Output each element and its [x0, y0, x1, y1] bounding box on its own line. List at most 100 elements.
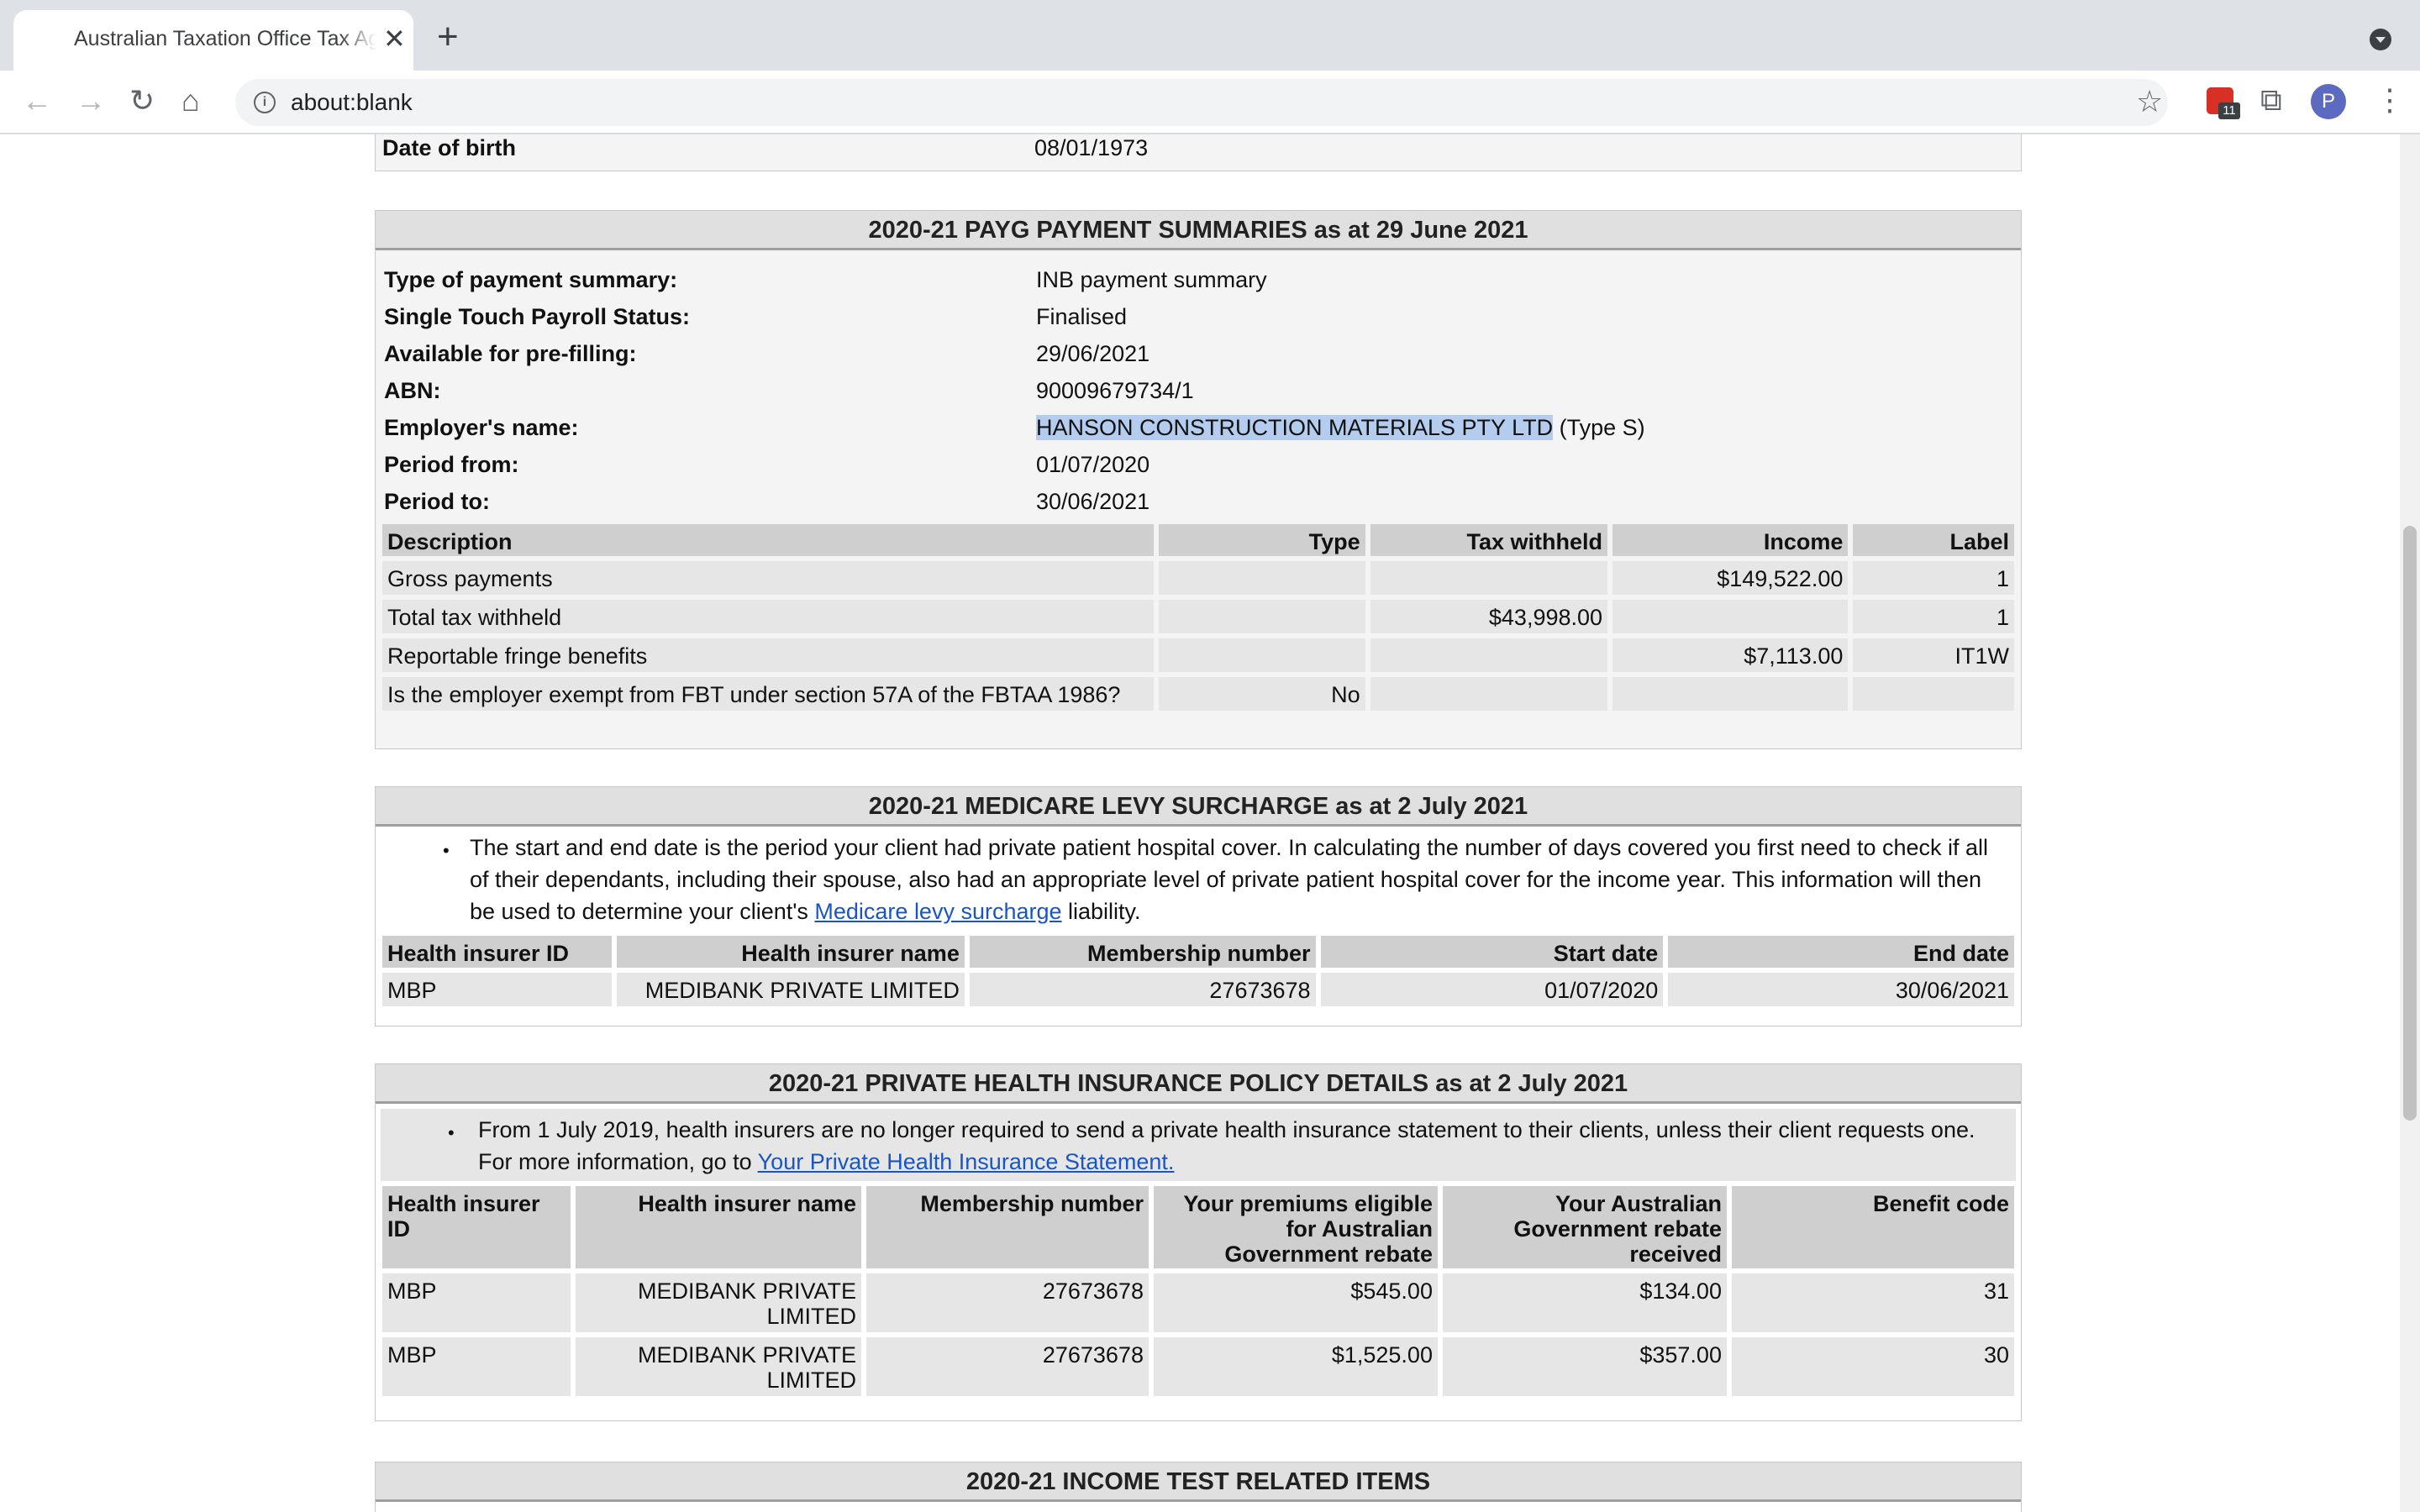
table-cell: [1158, 600, 1365, 633]
info-note: • From 1 July 2019, health insurers are …: [381, 1109, 2016, 1181]
column-header: Your Australian Government rebate receiv…: [1442, 1186, 1727, 1268]
medicare-table: Health insurer ID Health insurer name Me…: [377, 931, 2019, 1011]
tab-search-icon[interactable]: [2370, 29, 2391, 50]
column-header: Income: [1612, 524, 1849, 556]
field-value: 01/07/2020: [1036, 452, 1150, 477]
browser-tab[interactable]: Australian Taxation Office Tax Agent Por…: [13, 10, 413, 71]
note-text: The start and end date is the period you…: [470, 835, 1989, 924]
table-cell: MEDIBANK PRIVATE LIMITED: [575, 1273, 861, 1332]
payg-section: 2020-21 PAYG PAYMENT SUMMARIES as at 29 …: [375, 210, 2022, 749]
kv-row: Employer's name: HANSON CONSTRUCTION MAT…: [376, 408, 2021, 445]
section-header: 2020-21 MEDICARE LEVY SURCHARGE as at 2 …: [376, 787, 2021, 827]
table-cell: 31: [1731, 1273, 2014, 1332]
field-label: Period to:: [384, 489, 490, 514]
table-cell: $43,998.00: [1370, 600, 1608, 633]
reload-icon[interactable]: ↻: [129, 82, 155, 119]
table-cell: [1370, 561, 1608, 595]
column-header: Health insurer ID: [382, 936, 613, 968]
table-cell: $1,525.00: [1153, 1337, 1438, 1396]
column-header: End date: [1668, 936, 2014, 968]
tab-strip: Australian Taxation Office Tax Agent Por…: [0, 0, 2420, 71]
profile-avatar[interactable]: P: [2311, 84, 2346, 119]
bullet-icon: •: [448, 1122, 455, 1143]
table-header-row: Health insurer ID Health insurer name Me…: [382, 1186, 2014, 1268]
table-header-row: Health insurer ID Health insurer name Me…: [382, 936, 2014, 968]
bookmark-star-icon[interactable]: ☆: [2136, 84, 2163, 119]
table-cell: [1158, 638, 1365, 672]
table-row: Gross payments $149,522.00 1: [382, 561, 2014, 595]
kv-row: Period from: 01/07/2020: [376, 445, 2021, 482]
field-label: ABN:: [384, 378, 441, 403]
table-cell: MBP: [382, 1273, 571, 1332]
browser-menu-icon[interactable]: ⋮: [2375, 82, 2405, 118]
table-cell: [1612, 677, 1849, 711]
new-tab-button[interactable]: +: [437, 18, 459, 55]
column-header: Your premiums eligible for Australian Go…: [1153, 1186, 1438, 1268]
table-cell: MEDIBANK PRIVATE LIMITED: [575, 1337, 861, 1396]
table-cell: Is the employer exempt from FBT under se…: [382, 677, 1154, 711]
page-scrollbar[interactable]: [2400, 134, 2420, 1512]
table-row: Reportable fringe benefits $7,113.00 IT1…: [382, 638, 2014, 672]
scrollbar-thumb[interactable]: [2403, 526, 2417, 1121]
tab-close-icon[interactable]: ✕: [383, 25, 406, 52]
column-header: Tax withheld: [1370, 524, 1608, 556]
info-note-box: • From 1 July 2019, health insurers are …: [381, 1109, 2016, 1181]
back-icon[interactable]: ←: [22, 82, 52, 119]
address-bar[interactable]: i about:blank ☆: [235, 79, 2168, 126]
table-cell: [1853, 677, 2014, 711]
table-cell: $134.00: [1442, 1273, 1727, 1332]
medicare-levy-surcharge-link[interactable]: Medicare levy surcharge: [814, 899, 1061, 924]
table-row: MBP MEDIBANK PRIVATE LIMITED 27673678 01…: [382, 973, 2014, 1006]
employer-type: (Type S): [1553, 415, 1645, 440]
field-label: Available for pre-filling:: [384, 341, 637, 366]
table-header-row: Description Type Tax withheld Income Lab…: [382, 524, 2014, 556]
table-cell: Total tax withheld: [382, 600, 1154, 633]
field-label: Type of payment summary:: [384, 267, 678, 292]
kv-row: Type of payment summary: INB payment sum…: [376, 260, 2021, 297]
section-header: 2020-21 INCOME TEST RELATED ITEMS: [376, 1462, 2021, 1502]
employer-name-value: HANSON CONSTRUCTION MATERIALS PTY LTD (T…: [1036, 415, 1645, 441]
forward-icon[interactable]: →: [76, 82, 106, 119]
table-row: MBP MEDIBANK PRIVATE LIMITED 27673678 $5…: [382, 1273, 2014, 1332]
dob-label: Date of birth: [382, 135, 516, 160]
info-icon[interactable]: i: [254, 92, 276, 113]
phi-section: 2020-21 PRIVATE HEALTH INSURANCE POLICY …: [375, 1063, 2022, 1421]
extensions-puzzle-icon[interactable]: ⧉: [2260, 82, 2282, 118]
field-value: 30/06/2021: [1036, 489, 1150, 514]
payg-table: Description Type Tax withheld Income Lab…: [377, 519, 2019, 716]
table-cell: 27673678: [866, 1273, 1149, 1332]
field-label: Period from:: [384, 452, 519, 477]
table-cell: $7,113.00: [1612, 638, 1849, 672]
column-header: Type: [1158, 524, 1365, 556]
column-header: Membership number: [969, 936, 1316, 968]
table-cell: $357.00: [1442, 1337, 1727, 1396]
income-test-section: 2020-21 INCOME TEST RELATED ITEMS: [375, 1462, 2022, 1512]
medicare-section: 2020-21 MEDICARE LEVY SURCHARGE as at 2 …: [375, 786, 2022, 1026]
field-value: 29/06/2021: [1036, 341, 1150, 366]
note-text-end: liability.: [1061, 899, 1141, 924]
table-cell: 27673678: [866, 1337, 1149, 1396]
table-cell: 30/06/2021: [1668, 973, 2014, 1006]
info-note: • The start and end date is the period y…: [376, 827, 2021, 931]
column-header: Health insurer name: [617, 936, 965, 968]
column-header: Health insurer ID: [382, 1186, 571, 1268]
selected-text[interactable]: HANSON CONSTRUCTION MATERIALS PTY LTD: [1036, 415, 1554, 440]
dob-value: 08/01/1973: [1034, 135, 1149, 160]
table-row: Total tax withheld $43,998.00 1: [382, 600, 2014, 633]
home-icon[interactable]: ⌂: [182, 82, 200, 119]
table-row: Is the employer exempt from FBT under se…: [382, 677, 2014, 711]
bullet-icon: •: [443, 840, 450, 861]
url-text[interactable]: about:blank: [291, 89, 413, 116]
kv-row: Period to: 30/06/2021: [376, 482, 2021, 519]
table-cell: [1370, 638, 1608, 672]
section-header: 2020-21 PAYG PAYMENT SUMMARIES as at 29 …: [376, 211, 2021, 250]
table-cell: [1158, 561, 1365, 595]
field-label: Single Touch Payroll Status:: [384, 304, 691, 329]
column-header: Description: [382, 524, 1154, 556]
table-cell: Reportable fringe benefits: [382, 638, 1154, 672]
table-cell: [1612, 600, 1849, 633]
field-value: Finalised: [1036, 304, 1128, 329]
phi-statement-link[interactable]: Your Private Health Insurance Statement.: [758, 1149, 1175, 1174]
table-cell: MBP: [382, 973, 613, 1006]
table-cell: No: [1158, 677, 1365, 711]
